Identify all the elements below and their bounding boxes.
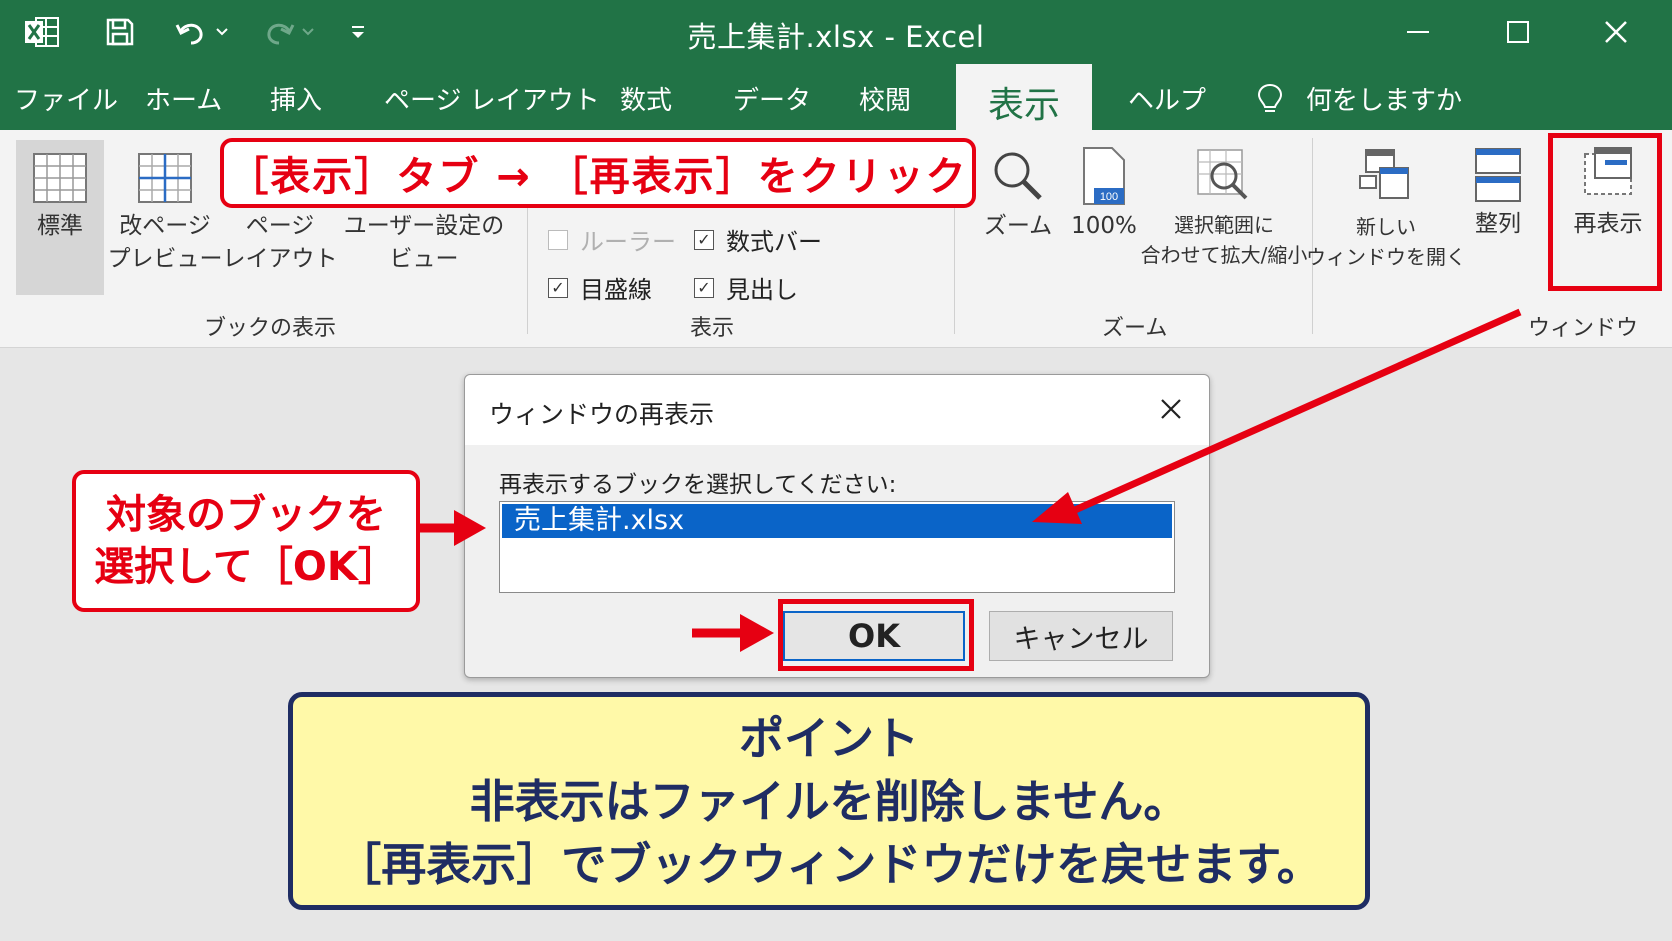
dialog-title: ウィンドウの再表示 bbox=[489, 400, 715, 429]
zoom-100-button[interactable]: 100 100% bbox=[1062, 140, 1146, 243]
zoom-100-label: 100% bbox=[1071, 213, 1137, 239]
cancel-button[interactable]: キャンセル bbox=[989, 611, 1173, 661]
page-break-label-1: 改ページ bbox=[119, 213, 211, 239]
headings-checkbox[interactable]: ✓ 見出し bbox=[694, 270, 798, 305]
gridlines-label: 目盛線 bbox=[580, 276, 652, 304]
zoom-selection-icon bbox=[1197, 149, 1248, 200]
tab-insert[interactable]: 挿入 bbox=[270, 80, 322, 117]
tab-review[interactable]: 校閲 bbox=[859, 80, 911, 117]
dialog-prompt: 再表示するブックを選択してください: bbox=[499, 472, 897, 498]
point-line-3: ［再表示］でブックウィンドウだけを戻せます。 bbox=[336, 837, 1322, 891]
normal-view-icon bbox=[33, 153, 87, 203]
zoom-selection-label-2: 合わせて拡大/縮小 bbox=[1140, 243, 1308, 267]
minimize-icon[interactable] bbox=[1388, 10, 1448, 54]
normal-view-button[interactable]: 標準 bbox=[16, 140, 104, 295]
arrange-all-button[interactable]: 整列 bbox=[1458, 140, 1538, 241]
page-break-preview-button[interactable]: 改ページ プレビュー bbox=[108, 140, 223, 276]
magnifier-icon bbox=[994, 152, 1042, 200]
zoom-selection-label-1: 選択範囲に bbox=[1174, 213, 1274, 237]
page-layout-label-1: ページ bbox=[245, 213, 315, 239]
tab-home[interactable]: ホーム bbox=[145, 80, 222, 117]
tell-me-search[interactable]: 何をしますか bbox=[1256, 80, 1462, 117]
point-note: ポイント 非表示はファイルを削除しません。 ［再表示］でブックウィンドウだけを戻… bbox=[288, 692, 1370, 910]
tab-page-layout[interactable]: ページ レイアウト bbox=[384, 80, 600, 117]
group-label-window: ウィンドウ bbox=[1528, 316, 1639, 341]
dialog-close-icon[interactable] bbox=[1153, 391, 1189, 427]
checkmark-icon: ✓ bbox=[694, 229, 714, 250]
custom-views-label-1: ユーザー設定の bbox=[343, 213, 505, 239]
group-label-book-view: ブックの表示 bbox=[204, 316, 337, 341]
formula-bar-checkbox[interactable]: ✓ 数式バー bbox=[694, 222, 822, 257]
checkbox-empty bbox=[548, 229, 568, 250]
page-break-label-2: プレビュー bbox=[107, 246, 223, 272]
ruler-checkbox[interactable]: ルーラー bbox=[548, 222, 676, 257]
new-window-button[interactable]: 新しい ウィンドウを開く bbox=[1306, 140, 1466, 272]
tab-formulas[interactable]: 数式 bbox=[620, 80, 672, 117]
tab-file[interactable]: ファイル bbox=[14, 80, 118, 117]
instruction-callout-select: 対象のブックを 選択して［OK］ bbox=[72, 470, 420, 612]
lightbulb-icon bbox=[1257, 83, 1283, 112]
maximize-icon[interactable] bbox=[1488, 10, 1548, 54]
arrange-icon bbox=[1475, 148, 1521, 202]
tell-me-label: 何をしますか bbox=[1306, 86, 1463, 116]
headings-label: 見出し bbox=[726, 276, 798, 304]
zoom-label: ズーム bbox=[983, 213, 1053, 239]
zoom-100-icon: 100 bbox=[1083, 147, 1125, 205]
instruction-callout-tab: ［表示］タブ → ［再表示］をクリック bbox=[220, 138, 976, 208]
tab-view[interactable]: 表示 bbox=[956, 64, 1093, 130]
ruler-label: ルーラー bbox=[580, 228, 676, 256]
page-layout-label-2: レイアウト bbox=[222, 246, 338, 272]
formula-bar-label: 数式バー bbox=[726, 228, 822, 256]
arrange-label: 整列 bbox=[1475, 211, 1521, 237]
callout-select-line-1: 対象のブックを bbox=[106, 492, 386, 538]
normal-view-label: 標準 bbox=[37, 213, 83, 239]
new-window-label-1: 新しい bbox=[1356, 215, 1416, 239]
zoom-button[interactable]: ズーム bbox=[978, 140, 1058, 243]
tab-help[interactable]: ヘルプ bbox=[1128, 80, 1206, 117]
ok-highlight-box bbox=[778, 599, 974, 671]
close-icon[interactable] bbox=[1586, 10, 1646, 54]
checkmark-icon: ✓ bbox=[548, 277, 568, 298]
title-bar: 売上集計.xlsx - Excel bbox=[0, 0, 1672, 64]
group-label-zoom: ズーム bbox=[1102, 316, 1168, 341]
zoom-to-selection-button[interactable]: 選択範囲に 合わせて拡大/縮小 bbox=[1141, 140, 1307, 270]
group-separator bbox=[1312, 138, 1313, 334]
ribbon-tabs: ファイル ホーム 挿入 ページ レイアウト 数式 データ 校閲 表示 ヘルプ 何… bbox=[0, 64, 1672, 130]
tab-data[interactable]: データ bbox=[733, 80, 811, 117]
zoom-100-icon-text: 100 bbox=[1100, 191, 1118, 203]
callout-select-line-2: 選択して［OK］ bbox=[94, 544, 398, 590]
unhide-highlight-box bbox=[1548, 133, 1662, 291]
page-break-icon bbox=[138, 153, 192, 203]
group-label-show: 表示 bbox=[690, 316, 735, 341]
workbook-list[interactable]: 売上集計.xlsx bbox=[499, 501, 1175, 593]
checkmark-icon: ✓ bbox=[694, 277, 714, 298]
dialog-header: ウィンドウの再表示 bbox=[465, 375, 1209, 445]
gridlines-checkbox[interactable]: ✓ 目盛線 bbox=[548, 270, 652, 305]
workbook-list-item[interactable]: 売上集計.xlsx bbox=[502, 504, 1172, 538]
new-window-icon bbox=[1359, 149, 1409, 199]
point-line-2: 非表示はファイルを削除しません。 bbox=[469, 774, 1189, 828]
point-title: ポイント bbox=[738, 711, 919, 765]
custom-views-label-2: ビュー bbox=[389, 246, 459, 272]
new-window-label-2: ウィンドウを開く bbox=[1306, 245, 1466, 269]
